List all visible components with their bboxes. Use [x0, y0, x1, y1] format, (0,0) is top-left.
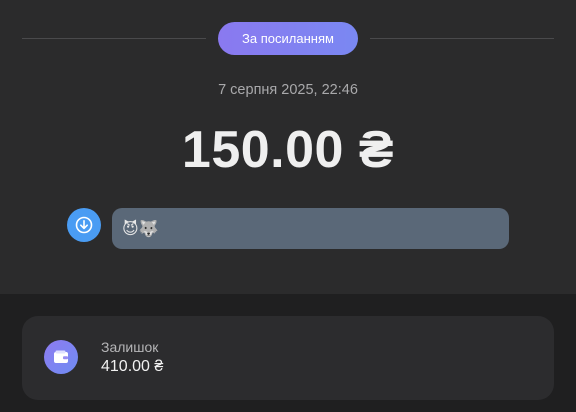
transaction-type-badge[interactable]: За посиланням — [218, 22, 358, 55]
arrow-down-circle-icon — [67, 208, 101, 242]
transaction-amount: 150.00 ₴ — [181, 121, 395, 179]
comment-text: 😈🐺 — [122, 220, 159, 238]
balance-label: Залишок — [101, 339, 159, 355]
balance-card[interactable]: Залишок 410.00 ₴ — [22, 316, 554, 400]
balance-value: 410.00 ₴ — [101, 358, 164, 375]
transaction-header: За посиланням 7 серпня 2025, 22:46 150.0… — [0, 0, 576, 294]
divider-left — [22, 38, 206, 39]
wallet-icon — [44, 340, 78, 374]
transaction-date: 7 серпня 2025, 22:46 — [218, 82, 358, 98]
transaction-comment: 😈🐺 — [112, 208, 509, 249]
divider-right — [370, 38, 554, 39]
